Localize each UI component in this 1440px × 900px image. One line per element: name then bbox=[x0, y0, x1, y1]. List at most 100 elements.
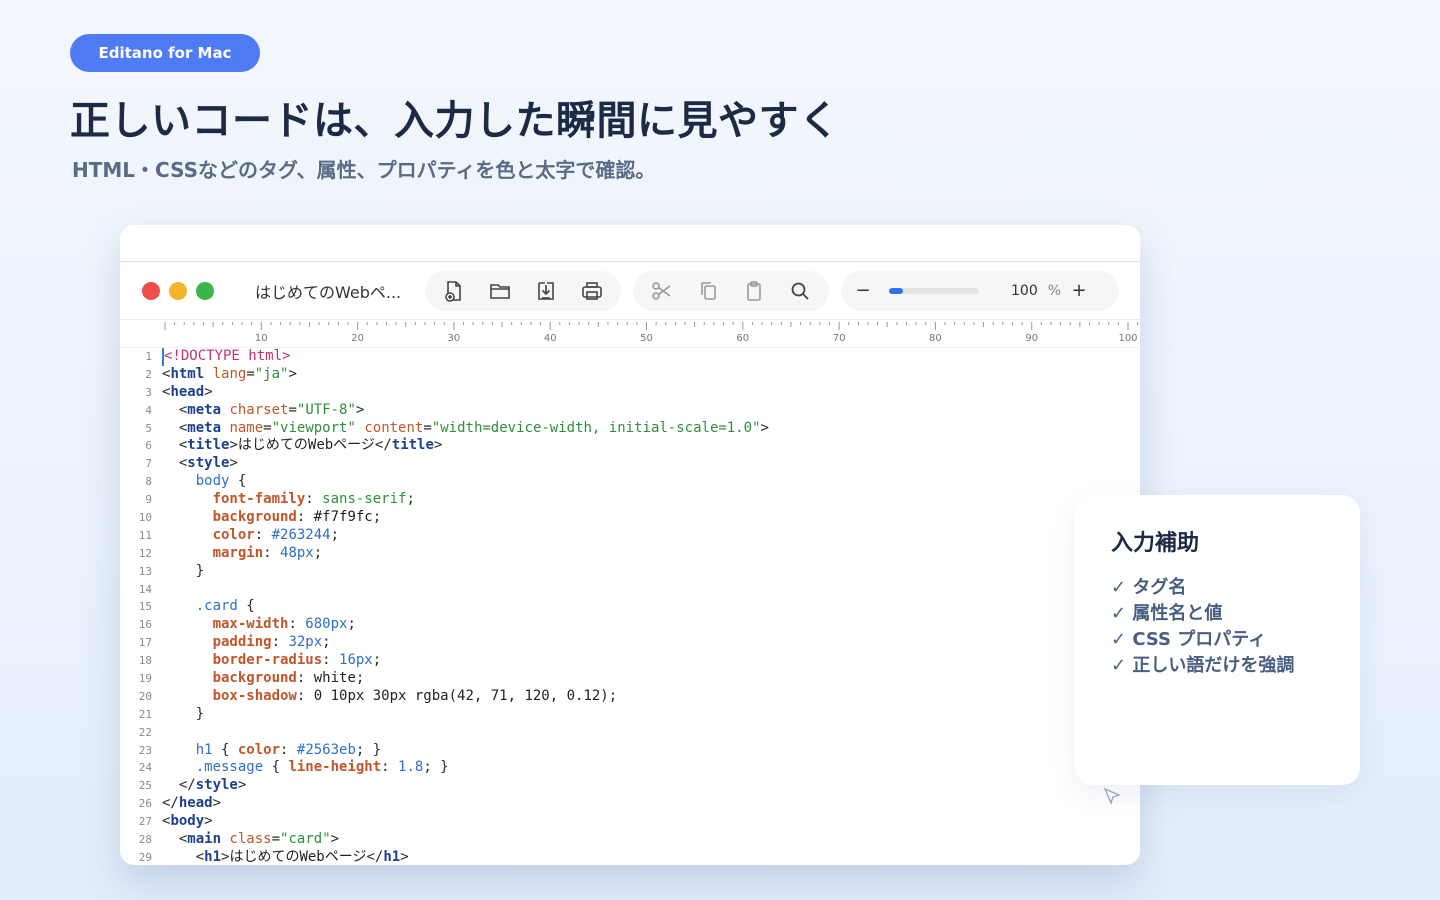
paste-button[interactable] bbox=[735, 275, 773, 307]
code-line[interactable]: 25 </style> bbox=[134, 777, 1140, 795]
line-content: <!DOCTYPE html> bbox=[162, 348, 290, 366]
code-token-punct: ; bbox=[372, 652, 382, 669]
code-line[interactable]: 26 </head> bbox=[134, 795, 1140, 813]
code-line[interactable]: 6 <title>はじめてのWebページ</title> bbox=[134, 437, 1140, 455]
code-line[interactable]: 29 <h1>はじめてのWebページ</h1> bbox=[134, 849, 1140, 865]
line-content: font-family: sans-serif; bbox=[162, 491, 415, 509]
search-button[interactable] bbox=[781, 275, 819, 307]
code-line[interactable]: 10 background: #f7f9fc; bbox=[134, 509, 1140, 527]
code-line[interactable]: 11 color: #263244; bbox=[134, 527, 1140, 545]
code-line[interactable]: 4 <meta charset="UTF-8"> bbox=[134, 402, 1140, 420]
minimize-window-button[interactable] bbox=[169, 281, 187, 300]
code-line[interactable]: 17 padding: 32px; bbox=[134, 634, 1140, 652]
code-token-tag: meta bbox=[187, 419, 222, 436]
zoom-out-button[interactable]: − bbox=[855, 280, 871, 301]
code-line[interactable]: 21 } bbox=[134, 706, 1140, 724]
product-badge[interactable]: Editano for Mac bbox=[70, 34, 260, 72]
feature-item: ✓ CSS プロパティ bbox=[1111, 629, 1267, 650]
code-token-tag: body bbox=[170, 813, 205, 830]
code-line[interactable]: 13 } bbox=[134, 563, 1140, 581]
line-number: 9 bbox=[145, 493, 152, 507]
feature-item: ✓ タグ名 bbox=[1111, 577, 1187, 598]
code-token-punct: ; bbox=[330, 526, 340, 543]
new-document-button[interactable] bbox=[435, 275, 473, 307]
code-token-punct: ; bbox=[372, 509, 382, 526]
code-token-punct: } bbox=[195, 705, 205, 722]
code-line[interactable]: 23 h1 { color: #2563eb; } bbox=[134, 742, 1140, 760]
print-button[interactable] bbox=[573, 275, 611, 307]
line-number: 13 bbox=[138, 564, 152, 578]
code-token-punct: ; bbox=[313, 544, 323, 561]
zoom-group: − 100 % + bbox=[841, 270, 1119, 311]
line-content: padding: 32px; bbox=[162, 634, 331, 652]
zoom-in-button[interactable]: + bbox=[1071, 280, 1087, 301]
code-line[interactable]: 14 bbox=[134, 581, 1140, 599]
code-token-punct: : bbox=[288, 616, 306, 633]
open-folder-button[interactable] bbox=[481, 275, 519, 307]
code-line[interactable]: 3 <head> bbox=[134, 384, 1140, 402]
code-token-tag: html bbox=[170, 365, 205, 382]
close-window-button[interactable] bbox=[142, 281, 160, 300]
line-number: 18 bbox=[138, 654, 152, 668]
code-line[interactable]: 8 body { bbox=[134, 473, 1140, 491]
code-line[interactable]: 28 <main class="card"> bbox=[134, 831, 1140, 849]
code-line[interactable]: 16 max-width: 680px; bbox=[134, 616, 1140, 634]
code-line[interactable]: 19 background: white; bbox=[134, 670, 1140, 688]
folder-icon bbox=[490, 283, 510, 299]
code-token-punct: = bbox=[246, 365, 255, 382]
code-token-punct: = bbox=[423, 419, 432, 436]
code-token-punct: > bbox=[760, 419, 769, 436]
code-line[interactable]: 27 <body> bbox=[134, 813, 1140, 831]
code-token-attr: class bbox=[229, 831, 272, 848]
code-token-punct: : bbox=[296, 509, 314, 526]
code-token-punct: { bbox=[229, 473, 247, 490]
ruler-label: 20 bbox=[351, 333, 364, 344]
code-token-punct: ; } bbox=[355, 741, 382, 758]
code-token-sel: h1 bbox=[195, 741, 213, 758]
code-line[interactable]: 22 bbox=[134, 724, 1140, 742]
code-line[interactable]: 7 <style> bbox=[134, 455, 1140, 473]
cut-button[interactable] bbox=[643, 275, 681, 307]
ruler-label: 70 bbox=[833, 333, 846, 344]
line-number: 22 bbox=[138, 725, 152, 739]
code-line[interactable]: 12 margin: 48px; bbox=[134, 545, 1140, 563]
line-content: border-radius: 16px; bbox=[162, 652, 382, 670]
code-token-val: #263244 bbox=[271, 526, 331, 543]
copy-button[interactable] bbox=[689, 275, 727, 307]
line-number: 29 bbox=[138, 850, 152, 864]
code-line[interactable]: 2 <html lang="ja"> bbox=[134, 366, 1140, 384]
save-button[interactable] bbox=[527, 275, 565, 307]
code-token-str: "width=device-width, initial-scale=1.0" bbox=[431, 419, 761, 436]
code-line[interactable]: 5 <meta name="viewport" content="width=d… bbox=[134, 420, 1140, 438]
window-top-bar bbox=[120, 225, 1140, 262]
input-assist-card: 入力補助 ✓ タグ名 ✓ 属性名と値 ✓ CSS プロパティ ✓ 正しい語だけを強調 bbox=[1075, 495, 1360, 785]
code-token-punct: : bbox=[254, 526, 272, 543]
line-number: 19 bbox=[138, 672, 152, 686]
code-token-val: 32px bbox=[288, 634, 323, 651]
code-token-text: はじめてのWebページ bbox=[229, 848, 367, 865]
code-line[interactable]: 20 box-shadow: 0 10px 30px rgba(42, 71, … bbox=[134, 688, 1140, 706]
code-line[interactable]: 15 .card { bbox=[134, 598, 1140, 616]
zoom-slider[interactable] bbox=[889, 287, 979, 294]
zoom-value: 100 bbox=[1011, 282, 1038, 299]
code-token-punct: ; } bbox=[423, 759, 449, 776]
line-number: 2 bbox=[145, 367, 152, 381]
code-token-sel: body bbox=[195, 473, 230, 490]
line-content: .card { bbox=[162, 598, 255, 616]
code-token-punct: > bbox=[288, 365, 297, 382]
code-line[interactable]: 18 border-radius: 16px; bbox=[134, 652, 1140, 670]
ruler-label: 50 bbox=[640, 333, 653, 344]
zoom-window-button[interactable] bbox=[196, 281, 214, 300]
code-line[interactable]: 24 .message { line-height: 1.8; } bbox=[134, 759, 1140, 777]
code-line[interactable]: 9 font-family: sans-serif; bbox=[134, 491, 1140, 509]
code-line[interactable]: 1 <!DOCTYPE html> bbox=[134, 348, 1140, 366]
code-editor[interactable]: 1 <!DOCTYPE html> 2 <html lang="ja"> 3 <head>… bbox=[120, 348, 1140, 865]
code-token-str: "UTF-8" bbox=[296, 401, 356, 418]
